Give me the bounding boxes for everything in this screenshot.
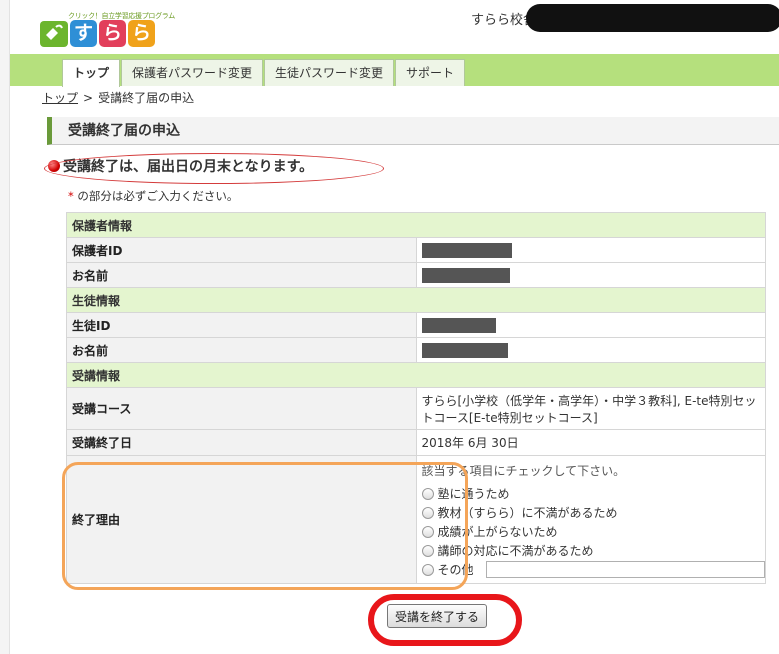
- submit-annotation-ring: [368, 594, 522, 646]
- breadcrumb-separator: >: [83, 91, 94, 105]
- logo-char-3: ら: [128, 20, 155, 47]
- logo-wordmark: す ら ら: [70, 20, 155, 47]
- student-section-header: 生徒情報: [66, 287, 766, 313]
- other-reason-input[interactable]: [485, 561, 765, 578]
- redacted-guardian-id: [421, 242, 512, 258]
- reason-option-other[interactable]: その他: [421, 560, 765, 579]
- course-section-header: 受講情報: [66, 362, 766, 388]
- redacted-header-info: [526, 4, 779, 32]
- student-id-value: [415, 312, 766, 338]
- left-margin-rule: [0, 0, 10, 654]
- notice-annotation-ellipse: [44, 153, 384, 184]
- tab-top[interactable]: トップ: [62, 59, 121, 87]
- reason-option-material-dissatisfied[interactable]: 教材（すらら）に不満があるため: [421, 503, 766, 522]
- breadcrumb-home-link[interactable]: トップ: [42, 91, 78, 105]
- breadcrumb: トップ > 受講終了届の申込: [42, 89, 194, 106]
- course-label: 受講コース: [66, 387, 417, 430]
- redacted-student-id: [421, 317, 496, 333]
- redacted-student-name: [421, 342, 508, 358]
- reason-option-instructor[interactable]: 講師の対応に不満があるため: [421, 541, 766, 560]
- nav-tabs: トップ 保護者パスワード変更 生徒パスワード変更 サポート: [62, 59, 466, 87]
- required-asterisk: *: [68, 189, 74, 203]
- page-title: 受講終了届の申込: [47, 117, 779, 145]
- guardian-name-label: お名前: [66, 262, 417, 288]
- guardian-id-label: 保護者ID: [66, 237, 417, 263]
- required-note: * の部分は必ずご入力ください。: [68, 188, 238, 204]
- student-name-value: [415, 337, 766, 363]
- redacted-guardian-name: [421, 267, 510, 283]
- reason-option-cram-school[interactable]: 塾に通うため: [421, 484, 766, 503]
- reason-option-grades[interactable]: 成績が上がらないため: [421, 522, 766, 541]
- logo-char-2: ら: [99, 20, 126, 47]
- end-date-value: 2018年 6月 30日: [415, 429, 766, 456]
- course-value: すらら[小学校（低学年・高学年）・中学３教科], E-te特別セットコース[E-…: [415, 387, 766, 430]
- end-date-label: 受講終了日: [66, 429, 417, 456]
- tab-support[interactable]: サポート: [395, 59, 466, 86]
- breadcrumb-current: 受講終了届の申込: [98, 91, 195, 105]
- reason-hint: 該当する項目にチェックして下さい。: [421, 464, 626, 478]
- mouse-logo-icon: [40, 21, 68, 47]
- logo-char-1: す: [70, 20, 97, 47]
- reason-annotation-box: [62, 462, 468, 590]
- tab-guardian-password[interactable]: 保護者パスワード変更: [121, 59, 264, 86]
- student-name-label: お名前: [66, 337, 417, 363]
- guardian-id-value: [415, 237, 766, 263]
- guardian-section-header: 保護者情報: [66, 212, 766, 238]
- surara-logo[interactable]: クリック！自立学習応援プログラム す ら ら: [40, 11, 175, 47]
- tab-student-password[interactable]: 生徒パスワード変更: [264, 59, 395, 86]
- student-id-label: 生徒ID: [66, 312, 417, 338]
- reason-options: 該当する項目にチェックして下さい。 塾に通うため 教材（すらら）に不満があるため…: [415, 455, 766, 584]
- required-note-text: の部分は必ずご入力ください。: [77, 189, 239, 203]
- guardian-name-value: [415, 262, 766, 288]
